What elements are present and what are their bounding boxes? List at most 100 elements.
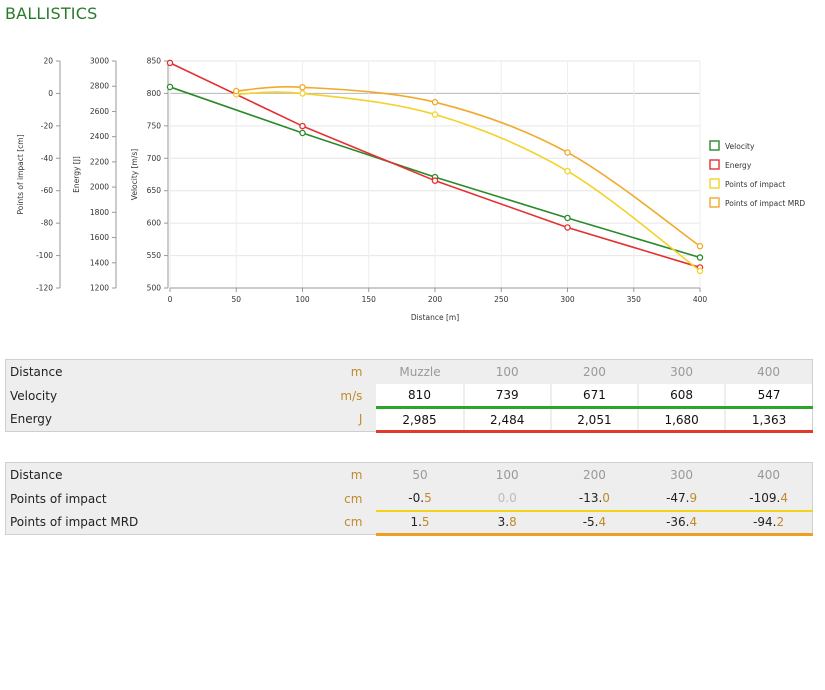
y-tick-label: 2800	[90, 82, 109, 91]
table-cell: 2,985	[376, 407, 464, 433]
row-unit: cm	[344, 515, 363, 530]
legend-swatch	[709, 159, 720, 170]
x-tick-label: 50	[231, 295, 241, 304]
row-unit: m	[350, 364, 363, 379]
data-point	[564, 214, 571, 222]
legend-swatch	[709, 178, 720, 189]
x-tick-label: 200	[428, 295, 443, 304]
y-tick-label: 550	[147, 251, 162, 260]
x-tick-label: 100	[295, 295, 310, 304]
x-tick-label: 350	[627, 295, 642, 304]
table-row: Points of impact MRD cm 1.5 3.8 -5.4 -36…	[5, 510, 813, 536]
legend-swatch	[709, 197, 720, 208]
table-cell: 608	[637, 383, 726, 409]
y-tick-label: 800	[147, 89, 162, 98]
data-point	[431, 111, 439, 118]
y-axis-title: Velocity [m/s]	[130, 149, 139, 200]
data-point	[696, 242, 704, 250]
table-cell: 810	[376, 383, 464, 409]
table-cell: 50	[412, 467, 428, 482]
y-axis-title: Energy [J]	[72, 156, 81, 193]
y-tick-label: 500	[147, 284, 162, 293]
y-tick-label: 650	[147, 186, 162, 195]
table-cell: 739	[462, 383, 551, 409]
y-tick-label: -40	[41, 154, 53, 163]
x-tick-label: 250	[494, 295, 509, 304]
page-title: BALLISTICS	[5, 4, 98, 23]
row-label: Energy	[10, 412, 53, 427]
row-unit: m	[350, 467, 363, 482]
y-tick-label: 2400	[90, 132, 109, 141]
data-point	[431, 98, 439, 106]
table-cell: 2,051	[549, 407, 639, 433]
table-cell: -13.0	[550, 486, 639, 512]
y-tick-label: 1600	[90, 233, 109, 242]
row-label: Distance	[10, 364, 63, 379]
table-cell: 1,680	[637, 407, 726, 433]
row-label: Distance	[10, 467, 63, 482]
y-tick-label: 700	[147, 154, 162, 163]
data-point	[232, 87, 240, 95]
x-tick-label: 150	[362, 295, 377, 304]
table-row: Velocity m/s 810 739 671 608 547	[5, 383, 813, 409]
ballistics-chart: 0 50 100 150 200 250 300 350 400Distance [m]200-…	[16, 57, 805, 323]
row-label: Points of impact MRD	[10, 515, 139, 530]
table-cell: 300	[670, 364, 694, 379]
table-cell: 200	[582, 467, 606, 482]
table-cell: -36.4	[638, 510, 726, 536]
table-row: Distance m 50 100 200 300 400	[5, 462, 813, 487]
y-tick-label: 1400	[90, 258, 109, 267]
y-tick-label: -60	[41, 186, 53, 195]
y-tick-label: 2600	[90, 107, 109, 116]
table-row: Points of impact cm -0.5 0.0 -13.0 -47.9…	[5, 486, 813, 512]
data-point	[166, 59, 174, 67]
data-point	[299, 122, 306, 130]
y-tick-label: 600	[147, 219, 162, 228]
table-cell: -109.4	[725, 486, 813, 512]
legend-label: Energy	[725, 161, 752, 170]
table-cell: 1,363	[724, 407, 813, 433]
y-tick-label: 1800	[90, 208, 109, 217]
y-tick-label: 20	[43, 57, 53, 66]
x-axis-title: Distance [m]	[411, 313, 459, 322]
table-cell: 547	[724, 383, 813, 409]
table-row: Distance m Muzzle 100 200 300 400	[5, 359, 813, 384]
data-point	[696, 267, 704, 275]
x-tick-label: 400	[693, 295, 708, 304]
y-tick-label: 2000	[90, 183, 109, 192]
row-unit: m/s	[340, 388, 363, 403]
table-cell: -47.9	[638, 486, 726, 512]
table-cell: 100	[495, 467, 519, 482]
y-tick-label: -80	[41, 219, 53, 228]
table-cell: 3.8	[463, 510, 551, 536]
row-label: Velocity	[10, 388, 58, 403]
data-point	[431, 177, 439, 184]
table-cell: -0.5	[376, 486, 464, 512]
table-row: Energy J 2,985 2,484 2,051 1,680 1,363	[5, 407, 813, 433]
data-point	[564, 224, 571, 231]
data-point	[564, 149, 571, 156]
y-tick-label: 750	[147, 121, 162, 130]
y-tick-label: 0	[48, 89, 53, 98]
table-cell: Muzzle	[399, 364, 441, 379]
series-line-points-of-impact	[236, 91, 701, 272]
legend-label: Points of impact	[725, 180, 785, 189]
table-cell: 300	[670, 467, 694, 482]
row-unit: J	[358, 412, 363, 427]
table-cell: -5.4	[550, 510, 639, 536]
legend-label: Points of impact MRD	[725, 199, 805, 208]
data-point	[166, 83, 174, 91]
data-point	[299, 90, 306, 97]
table-cell: 400	[757, 467, 781, 482]
y-tick-label: 1200	[90, 284, 109, 293]
legend-swatch	[709, 140, 720, 151]
y-axis-title: Points of impact [cm]	[16, 134, 25, 214]
table-cell: 100	[495, 364, 519, 379]
y-tick-label: -100	[36, 251, 53, 260]
points-of-impact-table: Distance m 50 100 200 300 400 Points of …	[5, 462, 813, 536]
row-label: Points of impact	[10, 491, 107, 506]
x-tick-label: 300	[560, 295, 575, 304]
table-cell: 1.5	[376, 510, 464, 536]
table-cell: 400	[757, 364, 781, 379]
legend-label: Velocity	[725, 142, 755, 151]
